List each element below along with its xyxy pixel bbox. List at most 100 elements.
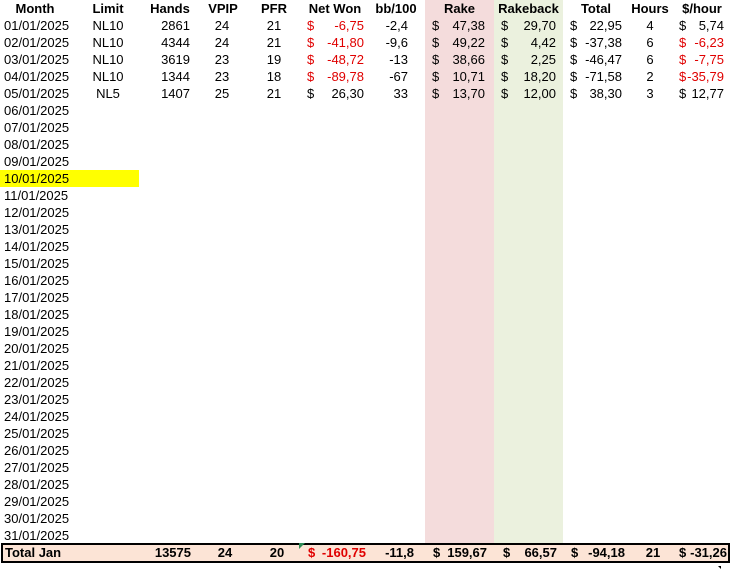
limit-cell[interactable]: NL10 <box>74 68 142 85</box>
date-cell[interactable]: 21/01/2025 <box>4 357 70 374</box>
total-hours[interactable]: 21 <box>633 545 673 561</box>
pfr-cell[interactable]: 19 <box>248 51 300 68</box>
rake-cell[interactable]: 47,38 <box>440 17 485 34</box>
bb100-cell[interactable]: 33 <box>368 85 408 102</box>
hands-cell[interactable]: 3619 <box>140 51 190 68</box>
pfr-cell[interactable]: 21 <box>248 85 300 102</box>
total-pfr[interactable]: 20 <box>251 545 303 561</box>
rakeback-cell[interactable]: 12,00 <box>510 85 556 102</box>
net-won-cell[interactable]: -48,72 <box>318 51 364 68</box>
vpip-cell[interactable]: 24 <box>197 17 247 34</box>
total-cell[interactable]: 22,95 <box>580 17 622 34</box>
vpip-cell[interactable]: 23 <box>197 68 247 85</box>
total-per-hour[interactable]: -31,26 <box>689 545 727 561</box>
date-cell[interactable]: 16/01/2025 <box>4 272 70 289</box>
net-won-cell[interactable]: -89,78 <box>318 68 364 85</box>
date-cell[interactable]: 29/01/2025 <box>4 493 70 510</box>
header-hours[interactable]: Hours <box>628 0 672 17</box>
hands-cell[interactable]: 1407 <box>140 85 190 102</box>
total-hands[interactable]: 13575 <box>141 545 191 561</box>
date-cell[interactable]: 07/01/2025 <box>4 119 70 136</box>
hours-cell[interactable]: 2 <box>630 68 670 85</box>
header-hands[interactable]: Hands <box>142 0 198 17</box>
date-cell[interactable]: 08/01/2025 <box>4 136 70 153</box>
net-won-cell[interactable]: -41,80 <box>318 34 364 51</box>
hands-cell[interactable]: 1344 <box>140 68 190 85</box>
header-pfr[interactable]: PFR <box>248 0 300 17</box>
date-cell[interactable]: 02/01/2025 <box>4 34 70 51</box>
hours-cell[interactable]: 6 <box>630 34 670 51</box>
header-total[interactable]: Total <box>566 0 626 17</box>
header-bb100[interactable]: bb/100 <box>368 0 424 17</box>
rake-cell[interactable]: 10,71 <box>440 68 485 85</box>
per-hour-cell[interactable]: 12,77 <box>684 85 724 102</box>
header-month[interactable]: Month <box>0 0 70 17</box>
date-cell[interactable]: 13/01/2025 <box>4 221 70 238</box>
pfr-cell[interactable]: 21 <box>248 34 300 51</box>
date-cell[interactable]: 25/01/2025 <box>4 425 70 442</box>
total-label[interactable]: Total Jan <box>5 545 85 561</box>
limit-cell[interactable]: NL5 <box>74 85 142 102</box>
date-cell[interactable]: 24/01/2025 <box>4 408 70 425</box>
pfr-cell[interactable]: 21 <box>248 17 300 34</box>
total-rake[interactable]: 159,67 <box>443 545 487 561</box>
total-vpip[interactable]: 24 <box>200 545 250 561</box>
bb100-cell[interactable]: -2,4 <box>368 17 408 34</box>
date-cell[interactable]: 15/01/2025 <box>4 255 70 272</box>
date-cell[interactable]: 30/01/2025 <box>4 510 70 527</box>
date-cell[interactable]: 05/01/2025 <box>4 85 70 102</box>
per-hour-cell[interactable]: -35,79 <box>684 68 724 85</box>
rake-cell[interactable]: 13,70 <box>440 85 485 102</box>
per-hour-cell[interactable]: -6,23 <box>684 34 724 51</box>
header-rakeback[interactable]: Rakeback <box>494 0 563 17</box>
date-cell[interactable]: 23/01/2025 <box>4 391 70 408</box>
bb100-cell[interactable]: -9,6 <box>368 34 408 51</box>
date-cell[interactable]: 27/01/2025 <box>4 459 70 476</box>
vpip-cell[interactable]: 23 <box>197 51 247 68</box>
per-hour-cell[interactable]: -7,75 <box>684 51 724 68</box>
per-hour-cell[interactable]: 5,74 <box>684 17 724 34</box>
total-cell[interactable]: 38,30 <box>580 85 622 102</box>
date-cell[interactable]: 20/01/2025 <box>4 340 70 357</box>
hours-cell[interactable]: 4 <box>630 17 670 34</box>
rake-cell[interactable]: 38,66 <box>440 51 485 68</box>
date-cell[interactable]: 26/01/2025 <box>4 442 70 459</box>
date-cell[interactable]: 03/01/2025 <box>4 51 70 68</box>
net-won-cell[interactable]: 26,30 <box>318 85 364 102</box>
header-rake[interactable]: Rake <box>425 0 494 17</box>
hours-cell[interactable]: 3 <box>630 85 670 102</box>
total-net-won[interactable]: -160,75 <box>318 545 366 561</box>
header-limit[interactable]: Limit <box>74 0 142 17</box>
hours-cell[interactable]: 6 <box>630 51 670 68</box>
rakeback-cell[interactable]: 4,42 <box>510 34 556 51</box>
hands-cell[interactable]: 2861 <box>140 17 190 34</box>
pfr-cell[interactable]: 18 <box>248 68 300 85</box>
header-per-hour[interactable]: $/hour <box>674 0 730 17</box>
net-won-cell[interactable]: -6,75 <box>318 17 364 34</box>
date-cell[interactable]: 19/01/2025 <box>4 323 70 340</box>
limit-cell[interactable]: NL10 <box>74 17 142 34</box>
date-cell[interactable]: 22/01/2025 <box>4 374 70 391</box>
total-cell[interactable]: -37,38 <box>580 34 622 51</box>
rakeback-cell[interactable]: 18,20 <box>510 68 556 85</box>
total-rakeback[interactable]: 66,57 <box>513 545 557 561</box>
date-cell[interactable]: 04/01/2025 <box>4 68 70 85</box>
limit-cell[interactable]: NL10 <box>74 34 142 51</box>
total-cell[interactable]: -71,58 <box>580 68 622 85</box>
total-bb100[interactable]: -11,8 <box>371 545 414 561</box>
vpip-cell[interactable]: 25 <box>197 85 247 102</box>
bb100-cell[interactable]: -67 <box>368 68 408 85</box>
date-cell[interactable]: 09/01/2025 <box>4 153 70 170</box>
rakeback-cell[interactable]: 29,70 <box>510 17 556 34</box>
date-cell[interactable]: 11/01/2025 <box>4 187 70 204</box>
date-cell[interactable]: 06/01/2025 <box>4 102 70 119</box>
selected-date-cell[interactable]: 10/01/2025 <box>0 170 139 187</box>
date-cell[interactable]: 17/01/2025 <box>4 289 70 306</box>
date-cell[interactable]: 31/01/2025 <box>4 527 70 544</box>
date-cell[interactable]: 18/01/2025 <box>4 306 70 323</box>
date-cell[interactable]: 01/01/2025 <box>4 17 70 34</box>
date-cell[interactable]: 28/01/2025 <box>4 476 70 493</box>
rake-cell[interactable]: 49,22 <box>440 34 485 51</box>
rakeback-cell[interactable]: 2,25 <box>510 51 556 68</box>
header-net-won[interactable]: Net Won <box>302 0 368 17</box>
